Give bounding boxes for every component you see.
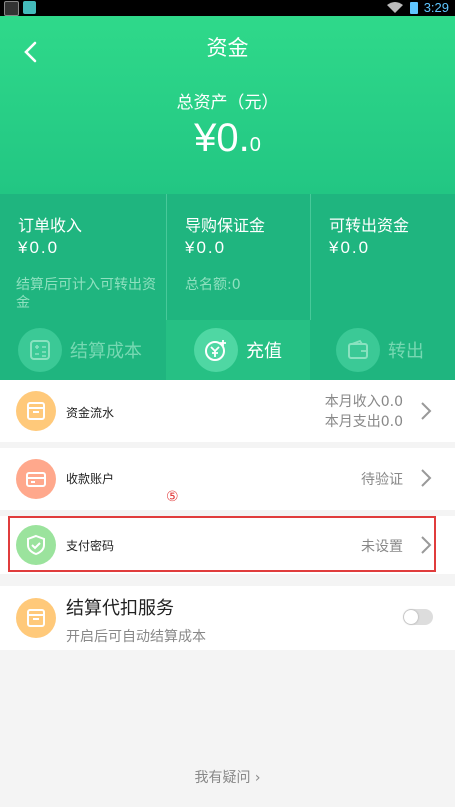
annotation-marker: ⑤ <box>166 489 179 505</box>
order-income-stat: 订单收入 ¥0.0 结算后可计入可转出资金 <box>0 194 166 320</box>
page-title: 资金 <box>206 36 249 60</box>
wallet-icon <box>336 328 380 372</box>
notification-app-icon <box>23 1 36 14</box>
fund-stats: 订单收入 ¥0.0 结算后可计入可转出资金 导购保证金 ¥0.0 总名额:0 可… <box>0 194 455 320</box>
chevron-right-icon <box>421 469 432 487</box>
battery-icon <box>409 1 418 14</box>
settle-cost-button[interactable]: 结算成本 <box>18 320 142 380</box>
auto-settlement-row: 结算代扣服务 开启后可自动结算成本 <box>0 586 455 650</box>
total-assets-label: 总资产（元） <box>176 93 279 113</box>
chevron-right-icon <box>421 536 432 554</box>
service-subtitle: 开启后可自动结算成本 <box>66 629 206 645</box>
recharge-icon <box>194 328 238 372</box>
service-title: 结算代扣服务 <box>66 598 174 619</box>
chevron-right-icon <box>421 402 432 420</box>
recharge-button[interactable]: 充值 <box>166 320 310 380</box>
wifi-icon <box>386 1 403 13</box>
row-label: 资金流水 <box>66 406 115 420</box>
action-bar: 结算成本 充值 转出 <box>0 320 455 380</box>
ledger-icon <box>16 391 56 431</box>
row-status: 待验证 <box>361 472 403 488</box>
row-summary: 本月收入0.0 本月支出0.0 <box>325 392 403 432</box>
settle-cost-label: 结算成本 <box>70 341 142 362</box>
total-assets-integer: ¥0. <box>194 116 250 160</box>
transferable-stat: 可转出资金 ¥0.0 <box>310 194 455 320</box>
stat-value: ¥0.0 <box>185 238 227 257</box>
deposit-stat: 导购保证金 ¥0.0 总名额:0 <box>166 194 311 320</box>
row-status: 未设置 <box>361 539 403 555</box>
payment-password-row[interactable]: 支付密码 未设置 <box>0 516 455 574</box>
stat-name: 订单收入 <box>18 216 83 235</box>
row-label: 收款账户 <box>66 472 115 486</box>
header: 资金 总资产（元） ¥0.0 <box>0 16 455 194</box>
total-assets-decimal: 0 <box>249 134 261 156</box>
stat-name: 可转出资金 <box>329 216 410 235</box>
status-bar: 3:29 <box>0 0 455 16</box>
recharge-label: 充值 <box>246 341 282 362</box>
faq-link[interactable]: 我有疑问 › <box>0 767 455 787</box>
stat-note: 总名额:0 <box>185 277 241 293</box>
fund-flow-row[interactable]: 资金流水 本月收入0.0 本月支出0.0 <box>0 380 455 442</box>
status-time: 3:29 <box>423 0 449 15</box>
transfer-out-button[interactable]: 转出 <box>336 320 424 380</box>
toggle-knob <box>404 610 418 624</box>
shield-icon <box>16 525 56 565</box>
auto-settlement-toggle[interactable] <box>403 609 433 625</box>
card-icon <box>16 459 56 499</box>
stat-value: ¥0.0 <box>329 238 371 257</box>
month-income: 本月收入0.0 <box>324 394 403 410</box>
month-expense: 本月支出0.0 <box>324 414 403 430</box>
total-assets-value: ¥0.0 <box>0 116 455 161</box>
stat-note: 结算后可计入可转出资金 <box>16 277 156 311</box>
transfer-out-label: 转出 <box>388 341 424 362</box>
ledger-icon <box>16 598 56 638</box>
notification-app-icon <box>4 1 19 16</box>
payee-account-row[interactable]: 收款账户 待验证 <box>0 448 455 510</box>
stat-value: ¥0.0 <box>18 238 60 257</box>
row-label: 支付密码 <box>66 539 115 553</box>
calculator-icon <box>18 328 62 372</box>
stat-name: 导购保证金 <box>185 216 266 235</box>
